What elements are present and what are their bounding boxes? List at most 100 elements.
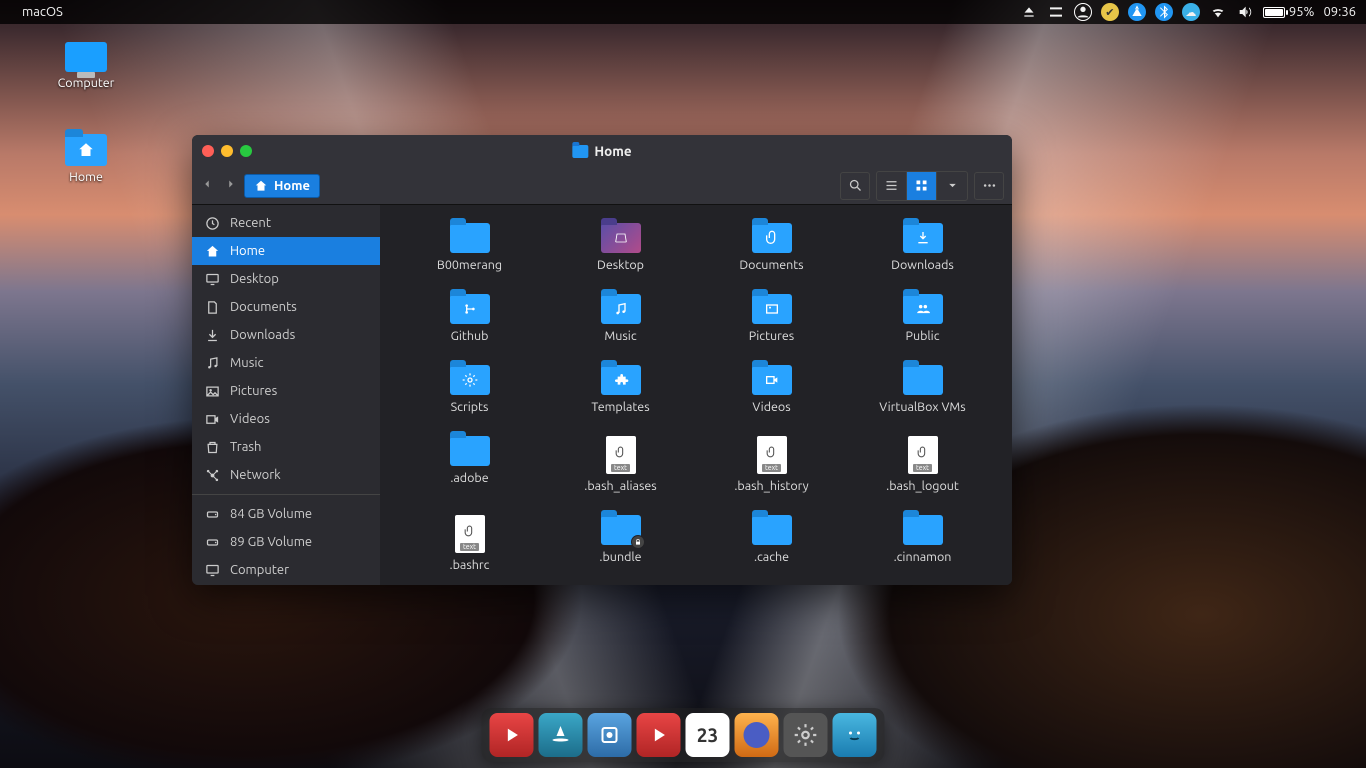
tray-wifi-icon[interactable] [1209, 3, 1227, 21]
file-item[interactable]: Music [551, 294, 690, 343]
file-item-label: .bashrc [450, 558, 490, 572]
path-home-chip[interactable]: Home [244, 174, 320, 198]
sidebar-item-videos[interactable]: Videos [192, 405, 380, 433]
file-item[interactable]: Desktop [551, 223, 690, 272]
file-item[interactable]: Downloads [853, 223, 992, 272]
dock-app-settings[interactable] [784, 713, 828, 757]
file-item[interactable]: .cache [702, 515, 841, 572]
nav-back-button[interactable] [200, 177, 214, 195]
file-item[interactable]: Public [853, 294, 992, 343]
sidebar-item-recent[interactable]: Recent [192, 209, 380, 237]
sidebar-item-pictures[interactable]: Pictures [192, 377, 380, 405]
folder-icon [601, 223, 641, 253]
sidebar-separator [192, 494, 380, 495]
tray-shield-icon[interactable]: ✔ [1101, 3, 1119, 21]
sidebar-item-home[interactable]: Home [192, 237, 380, 265]
sidebar-item-label: Trash [230, 440, 261, 454]
tray-appstore-icon[interactable] [1128, 3, 1146, 21]
sidebar-item-label: Downloads [230, 328, 295, 342]
view-dropdown-button[interactable] [937, 172, 967, 200]
file-item-label: Github [451, 329, 489, 343]
sidebar-item-trash[interactable]: Trash [192, 433, 380, 461]
picture-icon [204, 383, 220, 399]
sidebar-device[interactable]: 89 GB Volume [192, 528, 380, 556]
file-item[interactable]: Pictures [702, 294, 841, 343]
document-icon [204, 299, 220, 315]
tray-battery[interactable]: 95% [1263, 5, 1315, 19]
file-item[interactable]: Videos [702, 365, 841, 414]
sidebar-item-label: Videos [230, 412, 270, 426]
sidebar-device[interactable]: 84 GB Volume [192, 500, 380, 528]
sidebar-item-desktop[interactable]: Desktop [192, 265, 380, 293]
window-controls [202, 145, 252, 157]
file-item[interactable]: .adobe [400, 436, 539, 493]
folder-icon [752, 515, 792, 545]
file-item[interactable]: Documents [702, 223, 841, 272]
view-list-button[interactable] [877, 172, 907, 200]
tray-cloud-icon[interactable]: ☁ [1182, 3, 1200, 21]
file-item[interactable]: Scripts [400, 365, 539, 414]
tray-user-icon[interactable] [1074, 3, 1092, 21]
file-item[interactable]: .cinnamon [853, 515, 992, 572]
sidebar-item-network[interactable]: Network [192, 461, 380, 489]
close-button[interactable] [202, 145, 214, 157]
sidebar-item-documents[interactable]: Documents [192, 293, 380, 321]
sidebar-item-music[interactable]: Music [192, 349, 380, 377]
battery-percent: 95% [1289, 5, 1315, 19]
file-item-label: .adobe [450, 471, 488, 485]
file-item[interactable]: B00merang [400, 223, 539, 272]
window-title: Home [572, 143, 631, 159]
calendar-day: 23 [697, 726, 718, 745]
file-item[interactable]: .bash_aliases [551, 436, 690, 493]
textfile-icon [455, 515, 485, 553]
more-options-button[interactable] [974, 172, 1004, 200]
file-item[interactable]: .bash_history [702, 436, 841, 493]
dock-app-calendar[interactable]: 23 [686, 713, 730, 757]
file-item-label: Videos [752, 400, 790, 414]
folder-icon [903, 294, 943, 324]
nav-forward-button[interactable] [224, 177, 238, 195]
desktop-icon-home[interactable]: Home [42, 134, 130, 184]
desktop-icon-computer[interactable]: Computer [42, 42, 130, 90]
tray-bluetooth-icon[interactable] [1155, 3, 1173, 21]
file-item[interactable]: Github [400, 294, 539, 343]
dock-app-media1[interactable] [490, 713, 534, 757]
folder-icon [450, 365, 490, 395]
sidebar-item-label: Recent [230, 216, 271, 230]
search-button[interactable] [840, 172, 870, 200]
view-grid-button[interactable] [907, 172, 937, 200]
folder-icon [450, 436, 490, 466]
video-icon [204, 411, 220, 427]
dock-app-wizard[interactable] [539, 713, 583, 757]
file-item-label: .cinnamon [894, 550, 952, 564]
dock-app-firefox[interactable] [735, 713, 779, 757]
sidebar-device[interactable]: Computer [192, 556, 380, 584]
sidebar-item-label: Network [230, 468, 281, 482]
sidebar-item-downloads[interactable]: Downloads [192, 321, 380, 349]
file-item-label: Public [905, 329, 939, 343]
menubar-app-name[interactable]: macOS [22, 5, 63, 19]
file-item[interactable]: Templates [551, 365, 690, 414]
dock-app-users[interactable] [833, 713, 877, 757]
folder-icon [450, 294, 490, 324]
file-item[interactable]: .bundle [551, 515, 690, 572]
disk-icon [204, 506, 220, 522]
tray-eject-icon[interactable] [1020, 3, 1038, 21]
file-item[interactable]: VirtualBox VMs [853, 365, 992, 414]
dock-app-media2[interactable] [637, 713, 681, 757]
clock[interactable]: 09:36 [1323, 5, 1356, 19]
sidebar-item-label: Home [230, 244, 265, 258]
dock-app-mail[interactable] [588, 713, 632, 757]
monitor-icon [204, 562, 220, 578]
file-item[interactable]: .bash_logout [853, 436, 992, 493]
file-item-label: .bash_history [734, 479, 808, 493]
minimize-button[interactable] [221, 145, 233, 157]
file-item-label: .bash_aliases [584, 479, 656, 493]
file-item[interactable]: .bashrc [400, 515, 539, 572]
titlebar[interactable]: Home [192, 135, 1012, 167]
file-item-label: B00merang [437, 258, 502, 272]
tray-workspace-icon[interactable] [1047, 3, 1065, 21]
trash-icon [204, 439, 220, 455]
tray-volume-icon[interactable] [1236, 3, 1254, 21]
maximize-button[interactable] [240, 145, 252, 157]
